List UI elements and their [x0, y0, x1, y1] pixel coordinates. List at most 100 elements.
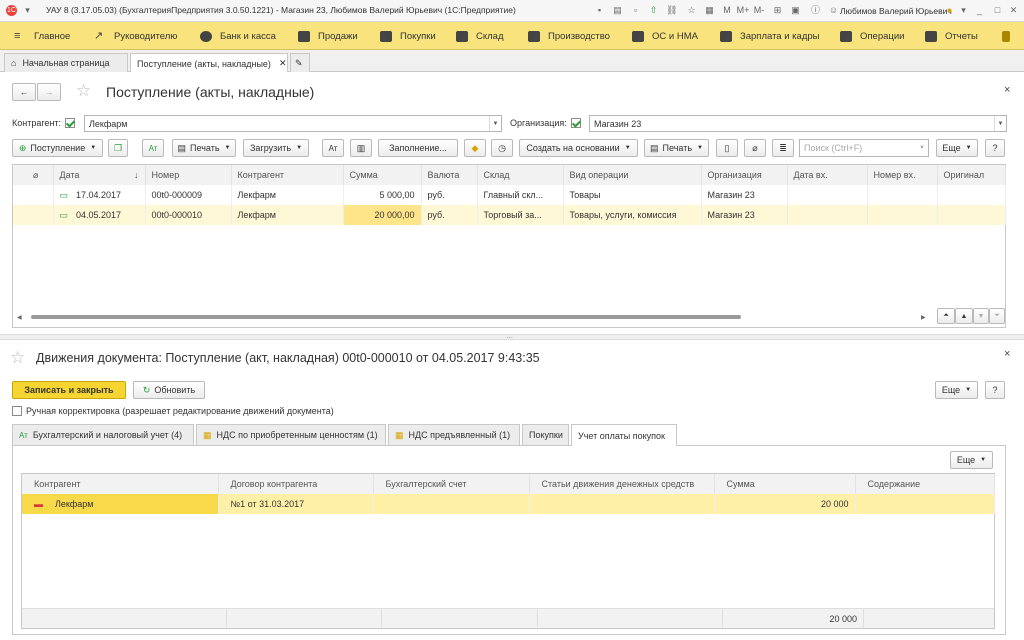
column-header[interactable]: Договор контрагента: [218, 474, 374, 494]
tab-vat-acquired[interactable]: ▦ НДС по приобретенным ценностям (1): [196, 424, 386, 445]
more-button[interactable]: Еще ▼: [936, 139, 978, 157]
tab-vat-presented[interactable]: ▦ НДС предъявленный (1): [388, 424, 520, 445]
close-form-icon[interactable]: ×: [1004, 84, 1010, 96]
favorite-star-icon[interactable]: ☆: [10, 348, 25, 368]
more-button[interactable]: Еще ▼: [935, 381, 978, 399]
column-header[interactable]: Сумма: [714, 474, 856, 494]
calendar-icon[interactable]: ▦: [704, 5, 715, 16]
column-header[interactable]: Валюта: [421, 165, 478, 185]
print-button[interactable]: ▤ Печать ▼: [172, 139, 236, 157]
back-button[interactable]: ←: [12, 83, 36, 101]
forward-button[interactable]: →: [37, 83, 61, 101]
create-based-button[interactable]: Создать на основании ▼: [519, 139, 638, 157]
column-header[interactable]: Статьи движения денежных средств: [529, 474, 715, 494]
info-icon[interactable]: ⓘ: [810, 5, 821, 16]
scroll-left-icon[interactable]: ◀: [17, 314, 22, 321]
favorite-star-icon[interactable]: ☆: [76, 81, 91, 101]
scroll-right-icon[interactable]: ▶: [921, 314, 926, 321]
column-header[interactable]: Вид операции: [563, 165, 702, 185]
dt-kt-button[interactable]: Ат: [322, 139, 344, 157]
zoom-icon[interactable]: ⊞: [772, 5, 783, 16]
column-header[interactable]: Дата ↓: [53, 165, 146, 185]
column-header[interactable]: Содержание: [855, 474, 995, 494]
scroll-down-button[interactable]: ▼: [973, 308, 989, 324]
pin-tab[interactable]: ✎: [290, 53, 310, 72]
column-header[interactable]: Номер вх.: [867, 165, 938, 185]
kontragent-field[interactable]: Лекфарм ▼: [84, 115, 502, 132]
menu-item-purchases[interactable]: Покупки: [380, 22, 436, 50]
manual-correction-checkbox[interactable]: [12, 406, 22, 416]
org-filter[interactable]: Организация:: [510, 118, 585, 128]
minimize-icon[interactable]: _: [974, 5, 985, 16]
attach-button[interactable]: ⌀: [744, 139, 766, 157]
menu-item-sales[interactable]: Продажи: [298, 22, 358, 50]
window-icon[interactable]: ▣: [790, 5, 801, 16]
tab-accounting[interactable]: Ат Бухгалтерский и налоговый учет (4): [12, 424, 194, 445]
chevron-down-icon[interactable]: ▼: [489, 116, 501, 131]
column-header[interactable]: Контрагент: [231, 165, 344, 185]
maximize-icon[interactable]: □: [992, 5, 1003, 16]
tab-purchases[interactable]: Покупки: [522, 424, 569, 445]
tab-home[interactable]: ⌂ Начальная страница: [4, 53, 128, 72]
chevron-down-icon[interactable]: ▼: [994, 116, 1006, 131]
refresh-button[interactable]: ↻ Обновить: [133, 381, 205, 399]
edo-button[interactable]: ◆: [464, 139, 486, 157]
org-field[interactable]: Магазин 23 ▼: [589, 115, 1007, 132]
menu-item-warehouse[interactable]: Склад: [456, 22, 504, 50]
report-button[interactable]: ▯: [716, 139, 738, 157]
history-button[interactable]: ◷: [491, 139, 513, 157]
menu-item-bank[interactable]: Банк и касса: [200, 22, 276, 50]
notification-icon[interactable]: ●: [944, 5, 955, 16]
org-checkbox[interactable]: [570, 118, 581, 128]
upload-icon[interactable]: ⇧: [648, 5, 659, 16]
load-button[interactable]: Загрузить ▼: [243, 139, 309, 157]
kontragent-filter[interactable]: Контрагент:: [12, 118, 79, 128]
close-form-icon[interactable]: ×: [1004, 348, 1010, 360]
search-input[interactable]: Поиск (Ctrl+F) ×: [799, 139, 929, 157]
tab-document-list[interactable]: Поступление (акты, накладные) ✕: [130, 53, 288, 73]
column-header[interactable]: Оригинал: [937, 165, 1006, 185]
menu-item-manager[interactable]: ↗ Руководителю: [94, 22, 177, 50]
column-header[interactable]: Склад: [477, 165, 564, 185]
table-row-selected[interactable]: ▬ Лекфарм №1 от 31.03.2017 20 000: [22, 494, 995, 514]
manual-correction[interactable]: Ручная корректировка (разрешает редактир…: [12, 406, 334, 416]
column-header[interactable]: Бухгалтерский счет: [373, 474, 530, 494]
help-button[interactable]: ?: [985, 381, 1005, 399]
list-settings-button[interactable]: ≣: [772, 139, 794, 157]
link-icon[interactable]: ⛓: [666, 5, 677, 16]
tab-payment-accounting[interactable]: Учет оплаты покупок: [571, 424, 677, 446]
kontragent-checkbox[interactable]: [65, 118, 76, 128]
scroll-top-button[interactable]: ⏶: [937, 308, 955, 324]
star-icon[interactable]: ☆: [686, 5, 697, 16]
menu-item-salary[interactable]: Зарплата и кадры: [720, 22, 819, 50]
preview-icon[interactable]: ▫: [630, 5, 641, 16]
scrollbar-thumb[interactable]: [31, 315, 741, 319]
memory-mminus-icon[interactable]: M-: [752, 5, 766, 16]
table-row-selected[interactable]: ▭ 04.05.2017 00t0-000010 Лекфарм 20 000,0…: [13, 205, 1006, 225]
structure-button[interactable]: ▥: [350, 139, 372, 157]
save-icon[interactable]: ▪: [594, 5, 605, 16]
save-and-close-button[interactable]: Записать и закрыть: [12, 381, 126, 399]
column-header[interactable]: Сумма: [343, 165, 422, 185]
inner-more-button[interactable]: Еще ▼: [950, 451, 993, 469]
menu-item-assets[interactable]: ОС и НМА: [632, 22, 698, 50]
fill-button[interactable]: Заполнение...: [378, 139, 458, 157]
horizontal-scrollbar[interactable]: ◀ ▶: [17, 314, 931, 321]
menu-item-reports[interactable]: Отчеты: [925, 22, 978, 50]
post-docs-button[interactable]: Ат: [142, 139, 164, 157]
menu-item-operations[interactable]: Операции: [840, 22, 904, 50]
menu-more[interactable]: [1002, 22, 1018, 50]
memory-m-icon[interactable]: M: [720, 5, 734, 16]
window-menu-icon[interactable]: ▾: [958, 5, 969, 16]
postuplenie-button[interactable]: ⊕ Поступление ▼: [12, 139, 103, 157]
clear-search-icon[interactable]: ×: [916, 140, 928, 156]
table-row[interactable]: ▭ 17.04.2017 00t0-000009 Лекфарм 5 000,00…: [13, 185, 1006, 205]
print2-button[interactable]: ▤ Печать ▼: [644, 139, 709, 157]
print-icon[interactable]: ▤: [612, 5, 623, 16]
column-header[interactable]: Контрагент: [22, 474, 219, 494]
menu-item-production[interactable]: Производство: [528, 22, 610, 50]
attach-column-header[interactable]: ⌀: [13, 165, 54, 185]
close-window-icon[interactable]: ✕: [1008, 5, 1019, 16]
app-menu-icon[interactable]: ▾: [22, 5, 33, 16]
menu-item-main[interactable]: ≡ Главное: [14, 22, 70, 50]
